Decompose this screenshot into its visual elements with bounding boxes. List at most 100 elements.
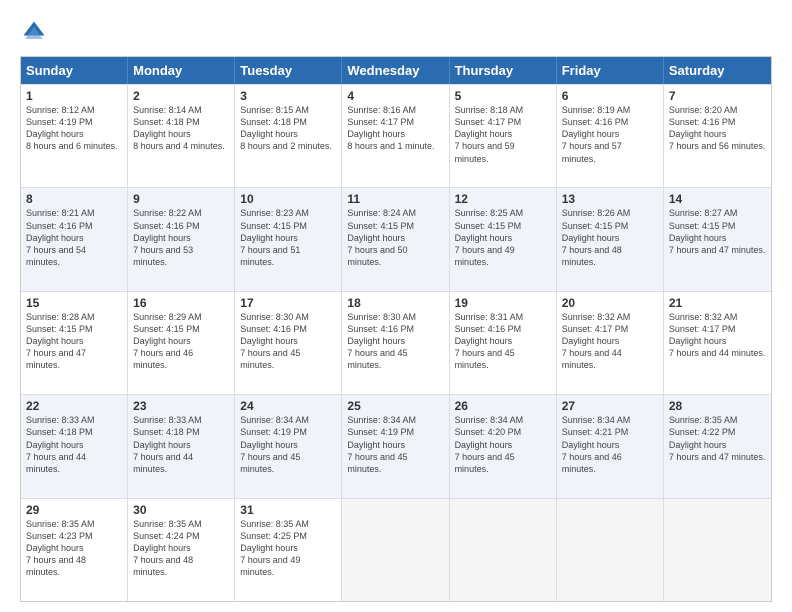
day-cell-23: 23Sunrise: 8:33 AMSunset: 4:18 PMDayligh…	[128, 395, 235, 497]
day-info: Sunrise: 8:31 AMSunset: 4:16 PMDaylight …	[455, 311, 551, 372]
empty-cell	[450, 499, 557, 601]
day-info: Sunrise: 8:33 AMSunset: 4:18 PMDaylight …	[26, 414, 122, 475]
day-cell-22: 22Sunrise: 8:33 AMSunset: 4:18 PMDayligh…	[21, 395, 128, 497]
calendar-row-4: 29Sunrise: 8:35 AMSunset: 4:23 PMDayligh…	[21, 498, 771, 601]
day-number: 2	[133, 89, 229, 103]
calendar-header: SundayMondayTuesdayWednesdayThursdayFrid…	[21, 57, 771, 84]
day-number: 13	[562, 192, 658, 206]
day-number: 8	[26, 192, 122, 206]
day-cell-16: 16Sunrise: 8:29 AMSunset: 4:15 PMDayligh…	[128, 292, 235, 394]
header-cell-thursday: Thursday	[450, 57, 557, 84]
day-info: Sunrise: 8:12 AMSunset: 4:19 PMDaylight …	[26, 104, 122, 153]
day-number: 22	[26, 399, 122, 413]
day-cell-28: 28Sunrise: 8:35 AMSunset: 4:22 PMDayligh…	[664, 395, 771, 497]
day-info: Sunrise: 8:19 AMSunset: 4:16 PMDaylight …	[562, 104, 658, 165]
day-number: 14	[669, 192, 766, 206]
day-cell-30: 30Sunrise: 8:35 AMSunset: 4:24 PMDayligh…	[128, 499, 235, 601]
day-info: Sunrise: 8:35 AMSunset: 4:24 PMDaylight …	[133, 518, 229, 579]
day-info: Sunrise: 8:14 AMSunset: 4:18 PMDaylight …	[133, 104, 229, 153]
day-cell-3: 3Sunrise: 8:15 AMSunset: 4:18 PMDaylight…	[235, 85, 342, 187]
day-number: 9	[133, 192, 229, 206]
day-number: 21	[669, 296, 766, 310]
empty-cell	[664, 499, 771, 601]
day-cell-2: 2Sunrise: 8:14 AMSunset: 4:18 PMDaylight…	[128, 85, 235, 187]
calendar-row-3: 22Sunrise: 8:33 AMSunset: 4:18 PMDayligh…	[21, 394, 771, 497]
header-cell-sunday: Sunday	[21, 57, 128, 84]
day-number: 29	[26, 503, 122, 517]
day-info: Sunrise: 8:30 AMSunset: 4:16 PMDaylight …	[240, 311, 336, 372]
day-cell-20: 20Sunrise: 8:32 AMSunset: 4:17 PMDayligh…	[557, 292, 664, 394]
day-number: 23	[133, 399, 229, 413]
day-number: 25	[347, 399, 443, 413]
day-number: 6	[562, 89, 658, 103]
day-info: Sunrise: 8:34 AMSunset: 4:19 PMDaylight …	[240, 414, 336, 475]
day-cell-7: 7Sunrise: 8:20 AMSunset: 4:16 PMDaylight…	[664, 85, 771, 187]
day-info: Sunrise: 8:28 AMSunset: 4:15 PMDaylight …	[26, 311, 122, 372]
day-number: 19	[455, 296, 551, 310]
day-info: Sunrise: 8:35 AMSunset: 4:23 PMDaylight …	[26, 518, 122, 579]
day-cell-29: 29Sunrise: 8:35 AMSunset: 4:23 PMDayligh…	[21, 499, 128, 601]
day-cell-10: 10Sunrise: 8:23 AMSunset: 4:15 PMDayligh…	[235, 188, 342, 290]
day-info: Sunrise: 8:27 AMSunset: 4:15 PMDaylight …	[669, 207, 766, 256]
day-number: 26	[455, 399, 551, 413]
day-cell-15: 15Sunrise: 8:28 AMSunset: 4:15 PMDayligh…	[21, 292, 128, 394]
day-number: 31	[240, 503, 336, 517]
day-info: Sunrise: 8:25 AMSunset: 4:15 PMDaylight …	[455, 207, 551, 268]
day-info: Sunrise: 8:35 AMSunset: 4:22 PMDaylight …	[669, 414, 766, 463]
day-cell-1: 1Sunrise: 8:12 AMSunset: 4:19 PMDaylight…	[21, 85, 128, 187]
day-info: Sunrise: 8:15 AMSunset: 4:18 PMDaylight …	[240, 104, 336, 153]
day-number: 10	[240, 192, 336, 206]
day-cell-5: 5Sunrise: 8:18 AMSunset: 4:17 PMDaylight…	[450, 85, 557, 187]
day-cell-13: 13Sunrise: 8:26 AMSunset: 4:15 PMDayligh…	[557, 188, 664, 290]
day-cell-11: 11Sunrise: 8:24 AMSunset: 4:15 PMDayligh…	[342, 188, 449, 290]
day-number: 4	[347, 89, 443, 103]
header	[20, 18, 772, 46]
day-cell-4: 4Sunrise: 8:16 AMSunset: 4:17 PMDaylight…	[342, 85, 449, 187]
day-number: 5	[455, 89, 551, 103]
day-info: Sunrise: 8:21 AMSunset: 4:16 PMDaylight …	[26, 207, 122, 268]
calendar-row-1: 8Sunrise: 8:21 AMSunset: 4:16 PMDaylight…	[21, 187, 771, 290]
day-info: Sunrise: 8:29 AMSunset: 4:15 PMDaylight …	[133, 311, 229, 372]
header-cell-friday: Friday	[557, 57, 664, 84]
day-info: Sunrise: 8:35 AMSunset: 4:25 PMDaylight …	[240, 518, 336, 579]
logo	[20, 18, 52, 46]
header-cell-saturday: Saturday	[664, 57, 771, 84]
day-info: Sunrise: 8:22 AMSunset: 4:16 PMDaylight …	[133, 207, 229, 268]
day-cell-9: 9Sunrise: 8:22 AMSunset: 4:16 PMDaylight…	[128, 188, 235, 290]
day-number: 18	[347, 296, 443, 310]
page: SundayMondayTuesdayWednesdayThursdayFrid…	[0, 0, 792, 612]
header-cell-wednesday: Wednesday	[342, 57, 449, 84]
day-cell-8: 8Sunrise: 8:21 AMSunset: 4:16 PMDaylight…	[21, 188, 128, 290]
day-number: 7	[669, 89, 766, 103]
day-number: 12	[455, 192, 551, 206]
day-info: Sunrise: 8:24 AMSunset: 4:15 PMDaylight …	[347, 207, 443, 268]
day-info: Sunrise: 8:33 AMSunset: 4:18 PMDaylight …	[133, 414, 229, 475]
day-info: Sunrise: 8:26 AMSunset: 4:15 PMDaylight …	[562, 207, 658, 268]
calendar-row-2: 15Sunrise: 8:28 AMSunset: 4:15 PMDayligh…	[21, 291, 771, 394]
day-info: Sunrise: 8:18 AMSunset: 4:17 PMDaylight …	[455, 104, 551, 165]
day-info: Sunrise: 8:20 AMSunset: 4:16 PMDaylight …	[669, 104, 766, 153]
day-cell-24: 24Sunrise: 8:34 AMSunset: 4:19 PMDayligh…	[235, 395, 342, 497]
day-cell-25: 25Sunrise: 8:34 AMSunset: 4:19 PMDayligh…	[342, 395, 449, 497]
day-number: 3	[240, 89, 336, 103]
day-number: 24	[240, 399, 336, 413]
calendar-row-0: 1Sunrise: 8:12 AMSunset: 4:19 PMDaylight…	[21, 84, 771, 187]
day-cell-31: 31Sunrise: 8:35 AMSunset: 4:25 PMDayligh…	[235, 499, 342, 601]
day-number: 20	[562, 296, 658, 310]
day-info: Sunrise: 8:32 AMSunset: 4:17 PMDaylight …	[562, 311, 658, 372]
day-number: 11	[347, 192, 443, 206]
calendar-body: 1Sunrise: 8:12 AMSunset: 4:19 PMDaylight…	[21, 84, 771, 601]
empty-cell	[342, 499, 449, 601]
day-number: 15	[26, 296, 122, 310]
day-cell-26: 26Sunrise: 8:34 AMSunset: 4:20 PMDayligh…	[450, 395, 557, 497]
day-number: 30	[133, 503, 229, 517]
day-info: Sunrise: 8:34 AMSunset: 4:21 PMDaylight …	[562, 414, 658, 475]
day-cell-27: 27Sunrise: 8:34 AMSunset: 4:21 PMDayligh…	[557, 395, 664, 497]
day-number: 27	[562, 399, 658, 413]
day-number: 17	[240, 296, 336, 310]
day-cell-6: 6Sunrise: 8:19 AMSunset: 4:16 PMDaylight…	[557, 85, 664, 187]
day-cell-21: 21Sunrise: 8:32 AMSunset: 4:17 PMDayligh…	[664, 292, 771, 394]
header-cell-monday: Monday	[128, 57, 235, 84]
calendar: SundayMondayTuesdayWednesdayThursdayFrid…	[20, 56, 772, 602]
day-number: 1	[26, 89, 122, 103]
